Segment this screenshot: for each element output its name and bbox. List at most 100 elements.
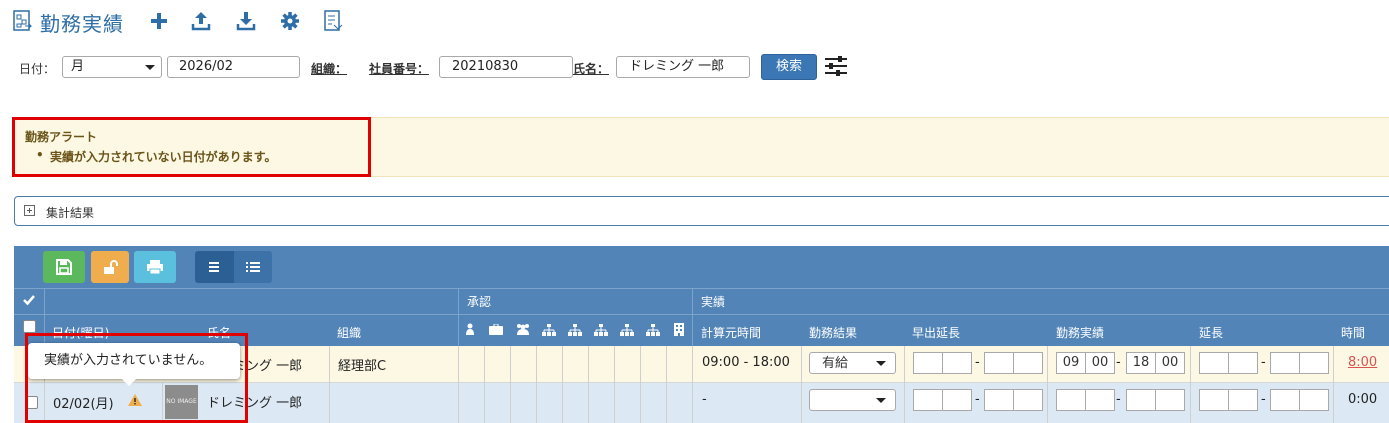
floppy-icon xyxy=(56,259,72,275)
download-icon xyxy=(236,12,256,31)
approval-group-header: 承認 xyxy=(467,295,492,309)
column-work-actual[interactable]: 勤務実績 xyxy=(1056,324,1104,341)
print-button[interactable] xyxy=(134,251,176,283)
row2-ext-dash: - xyxy=(1261,392,1266,407)
name-label[interactable]: 氏名： xyxy=(573,60,609,77)
row2-ext-end-m[interactable] xyxy=(1299,389,1329,411)
date-mode-select[interactable]: 月 xyxy=(62,56,162,78)
column-early-extension[interactable]: 早出延長 xyxy=(912,324,960,341)
row1-early-dash: - xyxy=(975,355,980,370)
header-checkbox[interactable] xyxy=(23,320,36,333)
building-icon xyxy=(674,323,684,339)
column-calc-time[interactable]: 計算元時間 xyxy=(701,324,761,341)
hierarchy-icon-3 xyxy=(594,324,608,339)
chevron-down-icon xyxy=(145,65,155,70)
group-icon xyxy=(515,323,531,338)
row2-early-start-m[interactable] xyxy=(942,389,972,411)
row1-work-result-select[interactable]: 有給 xyxy=(809,352,896,374)
upload-icon xyxy=(191,12,211,31)
view-compact-button[interactable] xyxy=(195,251,233,283)
row2-early-end-m[interactable] xyxy=(1013,389,1043,411)
column-time[interactable]: 時間 xyxy=(1341,324,1365,341)
gear-icon xyxy=(281,12,299,30)
column-org[interactable]: 組織 xyxy=(337,324,361,341)
row1-ext-end-m[interactable] xyxy=(1299,352,1329,374)
row2-actual-start-m[interactable] xyxy=(1085,389,1115,411)
row2-ext-start-h[interactable] xyxy=(1199,389,1229,411)
row1-ext-start-m[interactable] xyxy=(1228,352,1258,374)
sliders-icon xyxy=(825,56,847,76)
summary-label[interactable]: 集計結果 xyxy=(46,204,94,221)
date-input[interactable]: 2026/02 xyxy=(167,56,300,78)
hierarchy-icon-4 xyxy=(620,324,634,339)
row1-early-start-h[interactable] xyxy=(913,352,943,374)
add-button[interactable] xyxy=(146,8,172,34)
unlock-button[interactable] xyxy=(91,251,129,283)
row1-actual-end-h[interactable]: 18 xyxy=(1126,352,1156,374)
row1-org: 経理部C xyxy=(338,359,387,374)
select-all-check-icon[interactable] xyxy=(23,294,35,309)
summary-panel[interactable] xyxy=(14,196,1389,226)
employee-number-input[interactable]: 20210830 xyxy=(439,56,573,78)
alert-highlight-frame xyxy=(12,117,371,177)
upload-button[interactable] xyxy=(188,8,214,34)
row1-early-start-m[interactable] xyxy=(942,352,972,374)
row1-calc-time: 09:00 - 18:00 xyxy=(702,355,790,370)
search-button[interactable]: 検索 xyxy=(761,54,817,80)
row1-ext-start-h[interactable] xyxy=(1199,352,1229,374)
export-button[interactable] xyxy=(320,8,346,34)
row2-time: 0:00 xyxy=(1348,392,1378,407)
briefcase-icon xyxy=(489,323,503,338)
row2-actual-start-h[interactable] xyxy=(1056,389,1086,411)
actual-group-header: 実績 xyxy=(701,295,726,309)
row2-work-result-select[interactable] xyxy=(809,389,896,411)
row2-actual-end-m[interactable] xyxy=(1155,389,1185,411)
list-detail-icon xyxy=(246,262,260,272)
row1-ext-dash: - xyxy=(1261,355,1266,370)
page-title: 勤務実績 xyxy=(40,12,124,36)
expand-plus-icon[interactable] xyxy=(24,205,35,216)
row2-actual-dash: - xyxy=(1116,392,1121,407)
row2-ext-start-m[interactable] xyxy=(1228,389,1258,411)
row1-work-result-value: 有給 xyxy=(822,356,849,371)
name-input[interactable]: ドレミング 一郎 xyxy=(616,56,750,78)
print-icon xyxy=(147,260,163,275)
chevron-down-icon xyxy=(876,361,886,366)
row1-actual-start-h[interactable]: 09 xyxy=(1056,352,1086,374)
row2-early-start-h[interactable] xyxy=(913,389,943,411)
row1-early-end-h[interactable] xyxy=(984,352,1014,374)
row2-early-end-h[interactable] xyxy=(984,389,1014,411)
export-icon xyxy=(324,10,343,31)
row1-actual-dash: - xyxy=(1116,355,1121,370)
unlock-icon xyxy=(104,260,118,274)
list-compact-icon xyxy=(209,262,219,272)
person-icon xyxy=(465,323,475,338)
chevron-down-icon xyxy=(876,398,886,403)
employee-number-label[interactable]: 社員番号： xyxy=(369,60,429,77)
row2-actual-end-h[interactable] xyxy=(1126,389,1156,411)
hierarchy-icon-5 xyxy=(646,324,660,339)
row2-calc-time: - xyxy=(702,392,707,407)
row1-actual-end-m[interactable]: 00 xyxy=(1155,352,1185,374)
row2-early-dash: - xyxy=(975,392,980,407)
hierarchy-icon-1 xyxy=(542,324,556,339)
plus-icon xyxy=(151,13,167,29)
hierarchy-icon-2 xyxy=(568,324,582,339)
row1-ext-end-h[interactable] xyxy=(1270,352,1300,374)
filter-settings-button[interactable] xyxy=(824,55,848,77)
tooltip-highlight-frame xyxy=(25,333,248,423)
column-work-result[interactable]: 勤務結果 xyxy=(809,324,857,341)
save-button[interactable] xyxy=(43,251,85,283)
row1-early-end-m[interactable] xyxy=(1013,352,1043,374)
date-mode-value: 月 xyxy=(71,59,85,74)
view-detail-button[interactable] xyxy=(233,251,272,283)
row2-ext-end-h[interactable] xyxy=(1270,389,1300,411)
settings-button[interactable] xyxy=(277,8,303,34)
attendance-document-icon xyxy=(13,10,33,32)
row1-actual-start-m[interactable]: 00 xyxy=(1085,352,1115,374)
row1-time-link[interactable]: 8:00 xyxy=(1348,355,1377,370)
column-extension[interactable]: 延長 xyxy=(1199,324,1223,341)
download-button[interactable] xyxy=(233,8,259,34)
date-label: 日付： xyxy=(19,62,56,76)
org-label[interactable]: 組織： xyxy=(311,60,347,77)
